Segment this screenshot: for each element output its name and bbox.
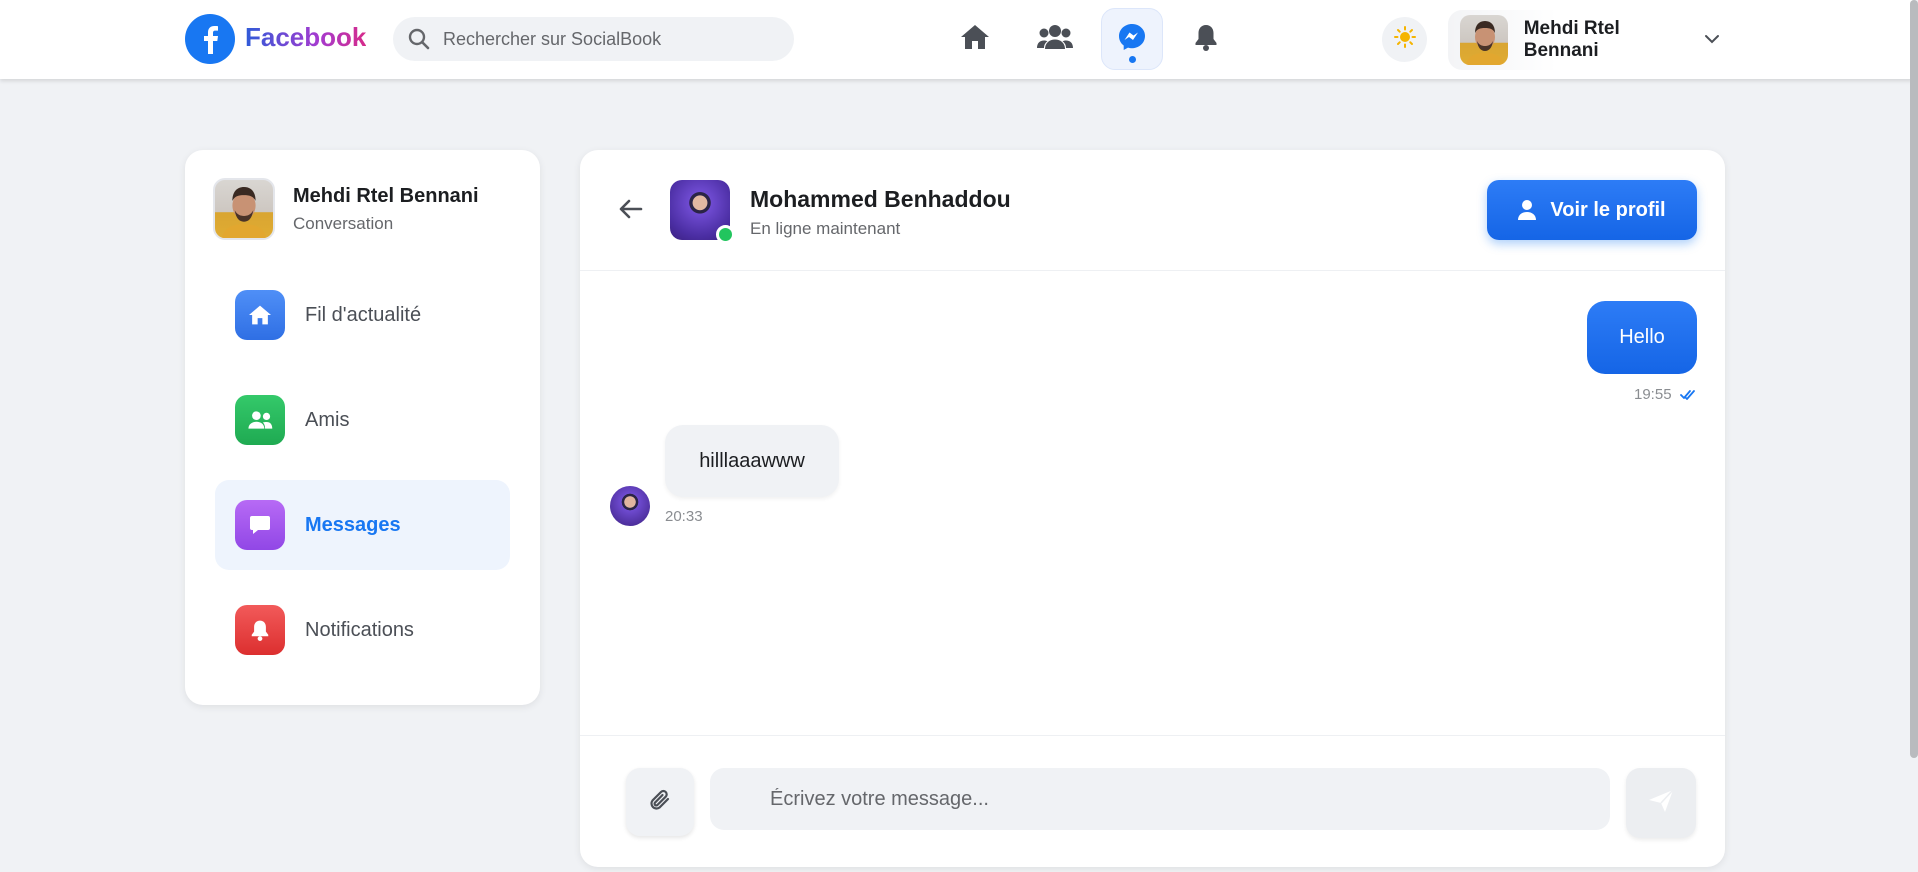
user-menu-button[interactable]: Mehdi Rtel Bennani xyxy=(1448,10,1720,70)
sidebar-item-label: Notifications xyxy=(305,618,414,641)
friends-icon xyxy=(235,395,285,445)
sidebar-item-newsfeed[interactable]: Fil d'actualité xyxy=(215,270,510,360)
sidebar-user-avatar xyxy=(213,178,275,240)
message-input[interactable] xyxy=(710,768,1610,830)
theme-toggle-button[interactable] xyxy=(1382,17,1427,62)
attachment-button[interactable] xyxy=(626,768,694,836)
message-bubble-incoming[interactable]: hilllaaawww xyxy=(665,425,839,497)
view-profile-label: Voir le profil xyxy=(1550,198,1666,221)
contact-name[interactable]: Mohammed Benhaddou xyxy=(750,186,1011,213)
sidebar-item-notifications[interactable]: Notifications xyxy=(215,585,510,675)
user-avatar xyxy=(1460,15,1508,65)
sidebar-user-subtitle: Conversation xyxy=(293,213,394,233)
online-status-indicator xyxy=(716,225,735,244)
friends-icon xyxy=(1037,24,1073,55)
message-time: 19:55 xyxy=(1634,386,1672,403)
left-sidebar: Mehdi Rtel Bennani Conversation Fil d'ac… xyxy=(185,150,540,705)
message-composer xyxy=(580,735,1725,867)
user-name: Mehdi Rtel Bennani xyxy=(1523,18,1620,61)
chat-panel: Mohammed Benhaddou En ligne maintenant V… xyxy=(580,150,1725,867)
double-check-icon xyxy=(1679,389,1696,401)
active-indicator xyxy=(1129,56,1136,63)
contact-avatar-small xyxy=(610,486,650,526)
bell-icon xyxy=(235,605,285,655)
paperclip-icon xyxy=(648,787,672,818)
home-icon xyxy=(235,290,285,340)
sidebar-profile[interactable]: Mehdi Rtel Bennani Conversation xyxy=(213,178,479,240)
facebook-logo-icon[interactable] xyxy=(185,14,235,64)
back-arrow-icon[interactable] xyxy=(616,194,646,224)
sidebar-item-label: Amis xyxy=(305,408,350,431)
sidebar-item-messages[interactable]: Messages xyxy=(215,480,510,570)
contact-status: En ligne maintenant xyxy=(750,219,901,238)
send-button[interactable] xyxy=(1626,768,1696,838)
nav-messenger-button[interactable] xyxy=(1101,8,1163,70)
page-scrollbar[interactable] xyxy=(1910,0,1918,758)
nav-notifications-button[interactable] xyxy=(1175,8,1237,70)
nav-home-button[interactable] xyxy=(944,8,1006,70)
message-bubble-outgoing[interactable]: Hello xyxy=(1587,301,1697,374)
messenger-icon xyxy=(1117,22,1147,57)
nav-friends-button[interactable] xyxy=(1024,8,1086,70)
top-navbar: Facebook Rechercher sur SocialBook Mehdi… xyxy=(0,0,1914,79)
view-profile-button[interactable]: Voir le profil xyxy=(1487,180,1697,240)
message-icon xyxy=(235,500,285,550)
brand-name[interactable]: Facebook xyxy=(245,22,366,53)
sun-icon xyxy=(1393,26,1416,53)
home-icon xyxy=(960,23,990,56)
sidebar-user-name: Mehdi Rtel Bennani xyxy=(293,184,479,207)
message-meta-outgoing: 19:55 xyxy=(1634,386,1696,403)
chat-header: Mohammed Benhaddou En ligne maintenant V… xyxy=(580,150,1725,271)
chevron-down-icon xyxy=(1704,31,1720,49)
search-icon xyxy=(407,27,431,51)
send-icon xyxy=(1647,788,1675,819)
sidebar-item-friends[interactable]: Amis xyxy=(215,375,510,465)
sidebar-item-label: Messages xyxy=(305,513,401,536)
user-icon xyxy=(1518,200,1537,220)
sidebar-item-label: Fil d'actualité xyxy=(305,303,422,326)
search-bar[interactable]: Rechercher sur SocialBook xyxy=(393,17,794,61)
search-placeholder: Rechercher sur SocialBook xyxy=(443,28,662,49)
bell-icon xyxy=(1194,23,1218,56)
message-time: 20:33 xyxy=(665,508,703,525)
